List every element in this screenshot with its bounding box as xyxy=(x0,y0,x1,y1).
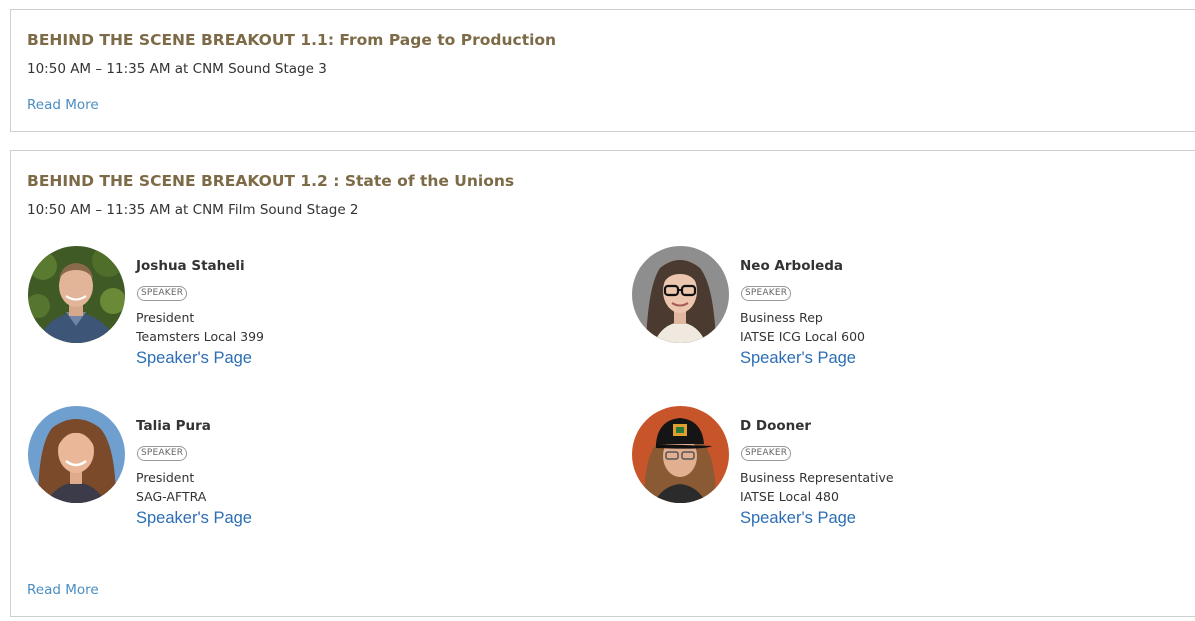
read-more-link[interactable]: Read More xyxy=(27,582,99,598)
speaker-name: Joshua Staheli xyxy=(136,258,245,274)
speaker-card: Talia Pura SPEAKER President SAG-AFTRA S… xyxy=(28,406,528,536)
speaker-badge: SPEAKER xyxy=(137,286,188,301)
speaker-badge: SPEAKER xyxy=(741,446,792,461)
session-title[interactable]: BEHIND THE SCENE BREAKOUT 1.2 : State of… xyxy=(27,172,514,190)
session-title[interactable]: BEHIND THE SCENE BREAKOUT 1.1: From Page… xyxy=(27,31,556,49)
session-card-2: BEHIND THE SCENE BREAKOUT 1.2 : State of… xyxy=(10,150,1195,617)
speaker-org: Teamsters Local 399 xyxy=(136,329,264,344)
speaker-page-link[interactable]: Speaker's Page xyxy=(740,509,856,528)
speaker-role: Business Rep xyxy=(740,310,823,325)
session-card-1: BEHIND THE SCENE BREAKOUT 1.1: From Page… xyxy=(10,9,1195,132)
read-more-link[interactable]: Read More xyxy=(27,97,99,113)
speaker-card: Neo Arboleda SPEAKER Business Rep IATSE … xyxy=(632,246,1132,376)
speaker-org: IATSE ICG Local 600 xyxy=(740,329,866,344)
speaker-org: IATSE Local 480 xyxy=(740,489,839,504)
session-time: 10:50 AM – 11:35 AM at CNM Sound Stage 3 xyxy=(27,61,327,77)
speaker-role: President xyxy=(136,310,195,325)
speaker-avatar[interactable] xyxy=(28,406,125,503)
speaker-name: Talia Pura xyxy=(136,418,211,434)
speaker-role: Business Representative xyxy=(740,470,894,485)
speaker-role: President xyxy=(136,470,195,485)
speaker-page-link[interactable]: Speaker's Page xyxy=(136,349,252,368)
speaker-name: D Dooner xyxy=(740,418,812,434)
speaker-card: Joshua Staheli SPEAKER President Teamste… xyxy=(28,246,528,376)
speaker-page-link[interactable]: Speaker's Page xyxy=(740,349,856,368)
speaker-badge: SPEAKER xyxy=(741,286,792,301)
speaker-avatar[interactable] xyxy=(632,406,729,503)
speaker-name: Neo Arboleda xyxy=(740,258,844,274)
speaker-page-link[interactable]: Speaker's Page xyxy=(136,509,252,528)
speaker-avatar[interactable] xyxy=(632,246,729,343)
speaker-avatar[interactable] xyxy=(28,246,125,343)
session-time: 10:50 AM – 11:35 AM at CNM Film Sound St… xyxy=(27,202,359,218)
speaker-card: D Dooner SPEAKER Business Representative… xyxy=(632,406,1132,536)
speaker-org: SAG-AFTRA xyxy=(136,489,207,504)
speaker-badge: SPEAKER xyxy=(137,446,188,461)
